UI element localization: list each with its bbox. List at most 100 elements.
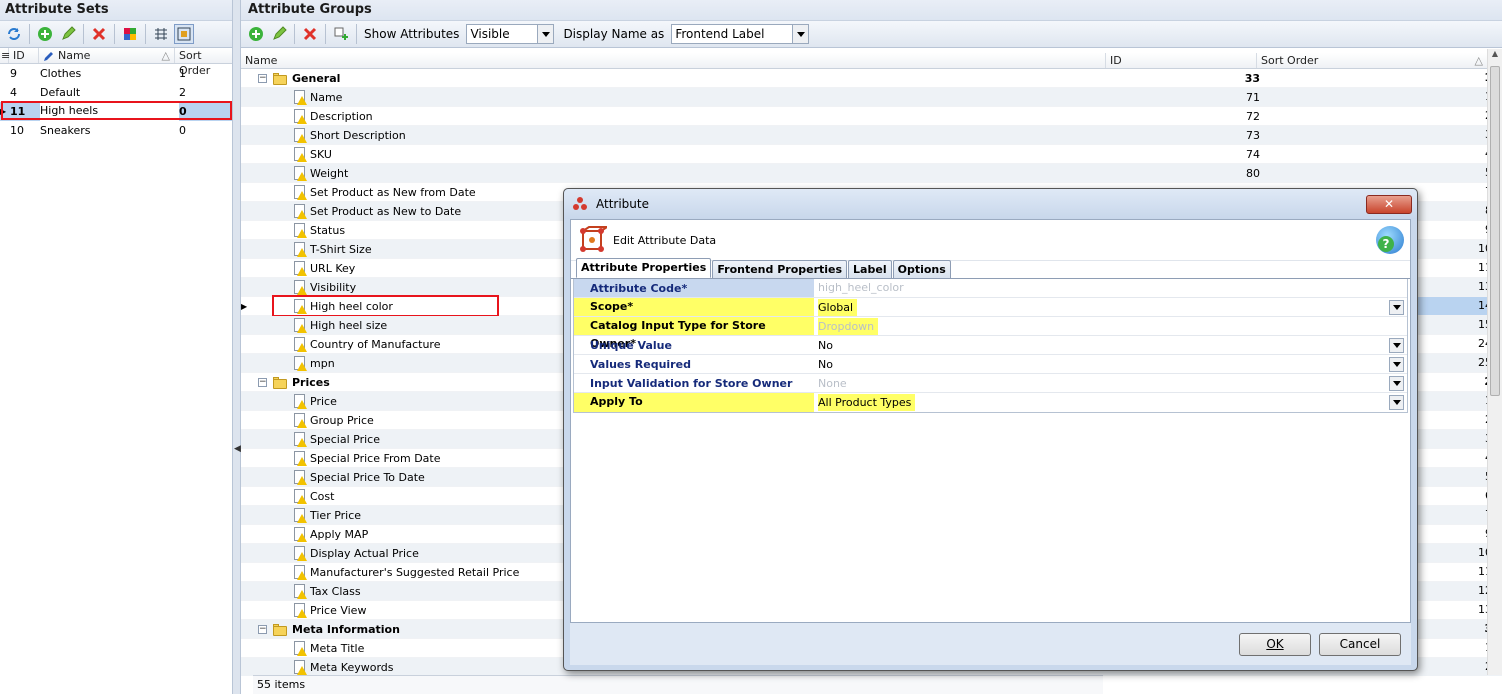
table-row[interactable]: 10 Sneakers 0 bbox=[0, 121, 232, 140]
row-label: Price bbox=[310, 394, 337, 408]
row-label: Set Product as New to Date bbox=[310, 204, 462, 218]
folder-icon bbox=[272, 623, 288, 636]
attribute-row[interactable]: Description 72 2 bbox=[241, 107, 1502, 126]
display-name-label: Display Name as bbox=[563, 27, 665, 41]
edit-icon[interactable] bbox=[58, 24, 78, 44]
toolbar-separator bbox=[114, 24, 115, 44]
scroll-thumb[interactable] bbox=[1490, 66, 1500, 396]
property-row-attribute-code[interactable]: Attribute Code* high_heel_color bbox=[574, 279, 1407, 298]
edit-icon[interactable] bbox=[269, 24, 289, 44]
attribute-row[interactable]: SKU 74 4 bbox=[241, 145, 1502, 164]
pencil-icon bbox=[44, 51, 53, 61]
property-row-unique-value[interactable]: Unique Value No bbox=[574, 336, 1407, 355]
attribute-warning-icon bbox=[293, 583, 307, 599]
attribute-dialog: Attribute ✕ Edit Attribute Data ? Attrib… bbox=[563, 188, 1418, 671]
attribute-warning-icon bbox=[293, 469, 307, 485]
attribute-warning-icon bbox=[293, 564, 307, 580]
chevron-down-icon[interactable] bbox=[1389, 357, 1404, 372]
table-row[interactable]: 4 Default 2 bbox=[0, 83, 232, 102]
cell-sort: 2 bbox=[179, 86, 186, 99]
chevron-down-icon[interactable] bbox=[1389, 300, 1404, 315]
tab-frontend-properties[interactable]: Frontend Properties bbox=[712, 260, 848, 278]
property-row-catalog-input-type[interactable]: Catalog Input Type for Store Owner* Drop… bbox=[574, 317, 1407, 350]
panel-splitter[interactable]: ◀ bbox=[233, 0, 241, 694]
col-header-id[interactable]: ID bbox=[1106, 53, 1257, 68]
delete-icon[interactable] bbox=[89, 24, 109, 44]
row-indicator: ▶ bbox=[241, 301, 248, 311]
display-name-select[interactable]: Frontend Label bbox=[671, 24, 810, 44]
help-icon[interactable]: ? bbox=[1376, 226, 1404, 254]
property-label: Values Required bbox=[590, 357, 691, 371]
cancel-button[interactable]: Cancel bbox=[1319, 632, 1401, 656]
cell-name: Description bbox=[253, 107, 1106, 125]
cell-sort: 3 bbox=[1266, 126, 1495, 144]
chevron-down-icon[interactable] bbox=[1389, 395, 1404, 410]
ok-button[interactable]: OK bbox=[1239, 632, 1311, 656]
collapse-icon[interactable]: − bbox=[258, 377, 267, 387]
row-label: Meta Title bbox=[310, 641, 365, 655]
dialog-subheader: Edit Attribute Data ? bbox=[571, 220, 1410, 261]
col-header-sort-order[interactable]: Sort Order bbox=[175, 48, 231, 77]
toolbar-separator bbox=[83, 24, 84, 44]
cell-id: 10 bbox=[10, 124, 24, 137]
row-label: T-Shirt Size bbox=[310, 242, 372, 256]
cell-id: 71 bbox=[1246, 90, 1260, 104]
scroll-up-icon[interactable]: ▲ bbox=[1488, 49, 1502, 64]
col-header-sort-order[interactable]: Sort Order △ bbox=[1257, 53, 1486, 68]
chevron-down-icon[interactable] bbox=[1389, 376, 1404, 391]
add-icon[interactable] bbox=[246, 24, 266, 44]
refresh-icon[interactable] bbox=[4, 24, 24, 44]
collapse-arrow-icon[interactable]: ◀ bbox=[234, 444, 241, 454]
property-label: Unique Value bbox=[590, 338, 672, 352]
show-attributes-select[interactable]: Visible bbox=[466, 24, 555, 44]
property-row-apply-to[interactable]: Apply To All Product Types bbox=[574, 393, 1407, 412]
cell-id: 33 bbox=[1244, 71, 1260, 85]
add-icon[interactable] bbox=[35, 24, 55, 44]
row-label: SKU bbox=[310, 147, 332, 161]
property-value: None bbox=[818, 376, 847, 390]
row-label: Visibility bbox=[310, 280, 357, 294]
tab-options[interactable]: Options bbox=[892, 260, 951, 278]
attribute-sets-header: ≡ ID Name △ Sort Order bbox=[0, 48, 232, 77]
property-row-scope[interactable]: Scope* Global bbox=[574, 298, 1407, 317]
cell-id: 80 bbox=[1246, 166, 1260, 180]
group-row[interactable]: − General 33 1 bbox=[241, 69, 1502, 88]
collapse-icon[interactable]: − bbox=[258, 73, 267, 83]
attribute-warning-icon bbox=[293, 488, 307, 504]
chevron-down-icon[interactable] bbox=[1389, 338, 1404, 353]
attribute-row[interactable]: Weight 80 5 bbox=[241, 164, 1502, 183]
attribute-row[interactable]: Short Description 73 3 bbox=[241, 126, 1502, 145]
col-header-id[interactable]: ID bbox=[9, 48, 39, 63]
app-logo-icon bbox=[573, 197, 587, 210]
highlight-box bbox=[1, 101, 232, 120]
attribute-row[interactable]: Name 71 1 bbox=[241, 88, 1502, 107]
attribute-warning-icon bbox=[293, 659, 307, 675]
attribute-warning-icon bbox=[293, 165, 307, 181]
attribute-warning-icon bbox=[293, 431, 307, 447]
manage-attributes-icon[interactable] bbox=[120, 24, 140, 44]
property-row-input-validation[interactable]: Input Validation for Store Owner None bbox=[574, 374, 1407, 393]
show-attributes-label: Show Attributes bbox=[364, 27, 460, 41]
property-value: All Product Types bbox=[814, 394, 1407, 411]
property-value: high_heel_color bbox=[814, 279, 1407, 297]
cell-name: Sneakers bbox=[40, 124, 91, 137]
col-header-name[interactable]: Name bbox=[241, 53, 1106, 68]
cell-sort: 1 bbox=[1266, 69, 1495, 87]
delete-icon[interactable] bbox=[300, 24, 320, 44]
cell-id: 74 bbox=[1246, 147, 1260, 161]
close-button[interactable]: ✕ bbox=[1366, 194, 1412, 214]
add-to-group-icon[interactable] bbox=[331, 24, 351, 44]
row-label: URL Key bbox=[310, 261, 356, 275]
properties-grid: Attribute Code* high_heel_color Scope* G… bbox=[573, 279, 1408, 413]
col-header-name[interactable]: Name △ bbox=[39, 48, 175, 63]
table-row-selected[interactable]: ▶ 11 High heels 0 bbox=[0, 101, 232, 121]
tab-label[interactable]: Label bbox=[848, 260, 892, 278]
vertical-scrollbar[interactable]: ▲ bbox=[1487, 49, 1502, 675]
tab-attribute-properties[interactable]: Attribute Properties bbox=[576, 258, 712, 278]
row-label: Price View bbox=[310, 603, 367, 617]
property-row-values-required[interactable]: Values Required No bbox=[574, 355, 1407, 374]
columns-icon[interactable] bbox=[151, 24, 171, 44]
attribute-sets-toolbar bbox=[0, 20, 232, 48]
collapse-icon[interactable]: − bbox=[258, 624, 267, 634]
grid-view-icon[interactable] bbox=[174, 24, 194, 44]
